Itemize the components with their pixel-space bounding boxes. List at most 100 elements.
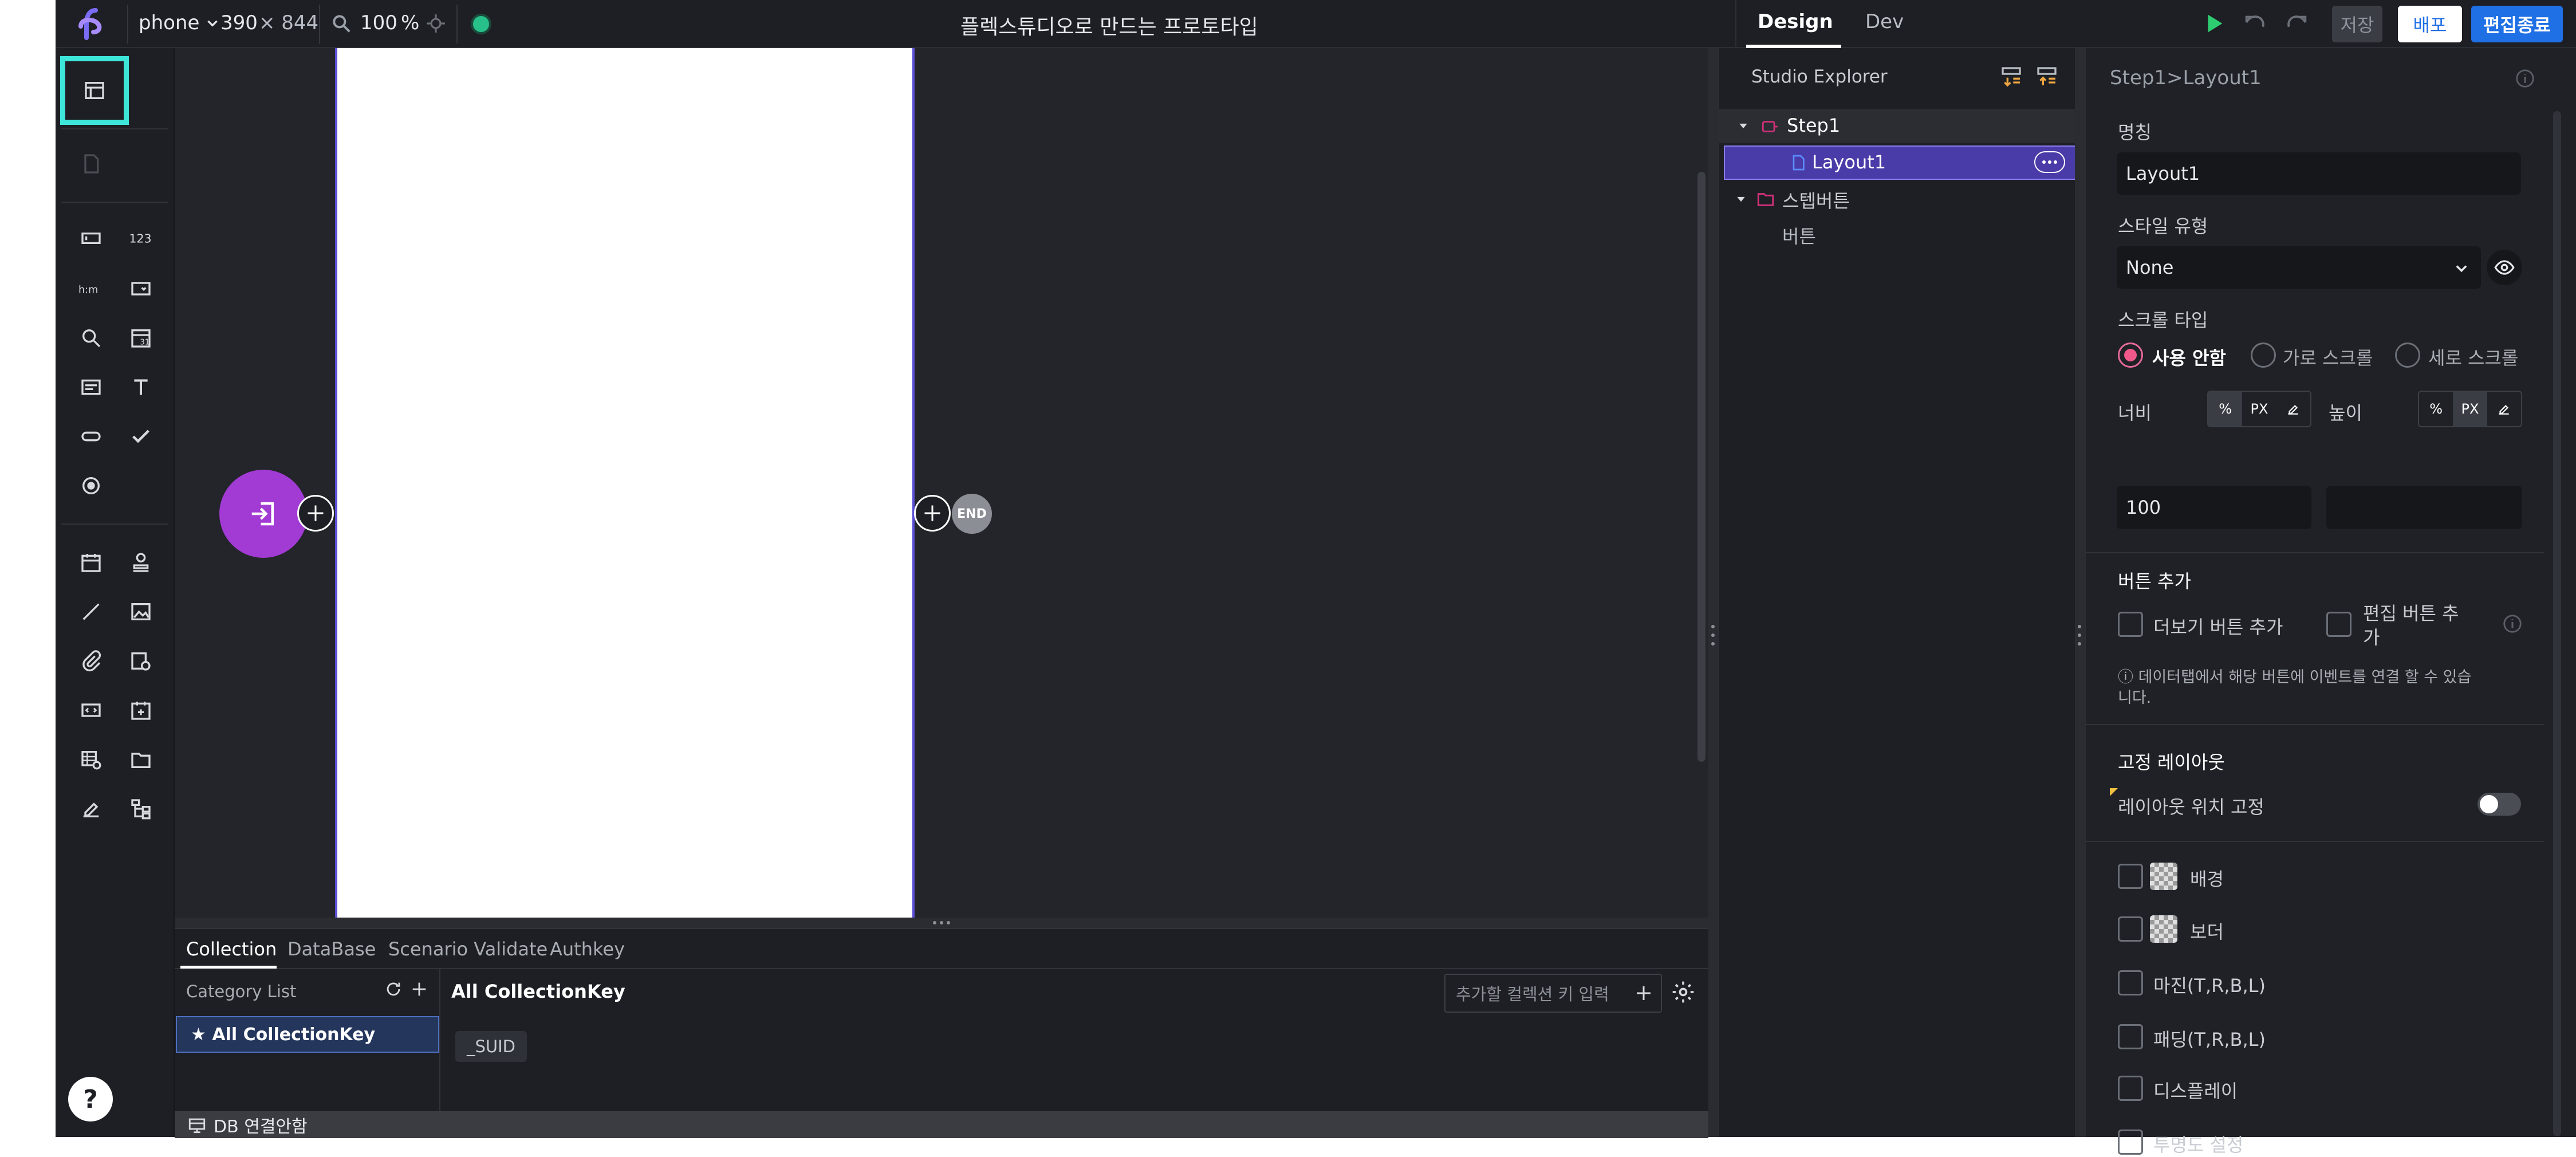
height-input[interactable] (2326, 486, 2522, 529)
explorer-resize-handle[interactable] (1708, 48, 1718, 1137)
time-input-icon[interactable]: h:m (73, 270, 109, 307)
opacity-checkbox[interactable] (2118, 1130, 2143, 1155)
category-item-all[interactable]: ★ All CollectionKey (176, 1016, 439, 1053)
deploy-button[interactable]: 배포 (2398, 6, 2462, 42)
code-icon[interactable] (73, 692, 109, 729)
redo-icon[interactable] (2283, 10, 2310, 37)
search-icon[interactable] (73, 320, 109, 356)
display-label[interactable]: 디스플레이 (2153, 1077, 2238, 1103)
edit-button-label-line2[interactable]: 가 (2363, 623, 2380, 650)
number-input-icon[interactable]: 123 (123, 220, 159, 257)
border-label[interactable]: 보더 (2190, 918, 2224, 944)
tab-scenario-validate[interactable]: Scenario Validate (388, 938, 548, 960)
height-unit-px[interactable]: PX (2453, 392, 2487, 426)
scroll-vertical-label[interactable]: 세로 스크롤 (2428, 344, 2518, 370)
scroll-horizontal-radio[interactable] (2251, 343, 2276, 368)
margin-label[interactable]: 마진(T,R,B,L) (2153, 971, 2266, 998)
padding-label[interactable]: 패딩(T,R,B,L) (2153, 1025, 2266, 1052)
opacity-label[interactable]: 투명도 설정 (2153, 1131, 2243, 1157)
attachment-icon[interactable] (73, 643, 109, 679)
width-unit-px[interactable]: PX (2242, 392, 2276, 426)
tree-label-button[interactable]: 버튼 (1782, 222, 1816, 249)
calendar-icon[interactable] (73, 544, 109, 581)
height-unit-percent[interactable]: % (2419, 392, 2453, 426)
text-input-icon[interactable] (73, 220, 109, 257)
phone-stage[interactable] (335, 48, 915, 918)
play-icon[interactable] (2200, 10, 2227, 37)
tab-authkey[interactable]: Authkey (550, 938, 625, 960)
collapse-layers-icon[interactable] (2035, 65, 2058, 88)
props-resize-handle[interactable] (2075, 48, 2085, 1137)
caret-down-icon[interactable] (1738, 120, 1749, 132)
more-button-label[interactable]: 더보기 버튼 추가 (2153, 613, 2283, 639)
props-scrollbar[interactable] (2553, 111, 2561, 1136)
edit-button-checkbox[interactable] (2326, 612, 2352, 637)
collection-key-input[interactable]: 추가할 컬렉션 키 입력 (1444, 974, 1662, 1013)
tree-item-layout1[interactable] (1724, 145, 2076, 180)
event-calendar-icon[interactable] (123, 692, 159, 729)
image-icon[interactable] (123, 593, 159, 630)
width-input[interactable]: 100 (2117, 486, 2311, 529)
preview-eye-icon[interactable] (2487, 250, 2522, 285)
textarea-icon[interactable] (73, 369, 109, 406)
style-type-select[interactable]: None (2117, 246, 2481, 289)
caret-down-icon[interactable] (1735, 194, 1747, 205)
signature-icon[interactable] (73, 790, 109, 827)
add-step-after-icon[interactable] (914, 495, 951, 532)
sort-layers-icon[interactable] (2000, 65, 2023, 88)
margin-checkbox[interactable] (2118, 970, 2143, 995)
refresh-icon[interactable] (384, 979, 403, 999)
more-options-icon[interactable] (2034, 151, 2065, 173)
width-custom-edit-icon[interactable] (2276, 392, 2310, 426)
tab-database[interactable]: DataBase (287, 938, 376, 960)
start-node[interactable] (219, 470, 308, 558)
scroll-horizontal-label[interactable]: 가로 스크롤 (2283, 344, 2373, 370)
line-icon[interactable] (73, 593, 109, 630)
date-picker-icon[interactable]: 31 (123, 320, 159, 356)
tab-collection[interactable]: Collection (186, 938, 277, 960)
edit-button-info-icon[interactable] (2502, 613, 2523, 635)
info-icon[interactable] (2514, 68, 2536, 89)
tree-label-step-button[interactable]: 스텝버튼 (1782, 187, 1850, 213)
background-label[interactable]: 배경 (2190, 865, 2224, 891)
padding-checkbox[interactable] (2118, 1024, 2143, 1049)
device-select[interactable]: phone (139, 11, 220, 34)
layout-tool-highlight[interactable] (60, 56, 129, 125)
edit-button-label-line1[interactable]: 편집 버튼 추 (2363, 599, 2459, 625)
folder-icon[interactable] (123, 741, 159, 778)
page-icon[interactable] (73, 145, 109, 182)
grid-table-icon[interactable] (73, 741, 109, 778)
tab-design[interactable]: Design (1758, 10, 1833, 33)
zoom-value[interactable]: 100 (360, 11, 397, 34)
app-logo-icon[interactable] (73, 6, 109, 42)
radio-icon[interactable] (73, 467, 109, 504)
plus-icon[interactable] (1633, 983, 1654, 1003)
scroll-vertical-radio[interactable] (2395, 343, 2420, 368)
settings-gear-icon[interactable] (1671, 979, 1696, 1005)
select-box-icon[interactable] (123, 270, 159, 307)
device-width[interactable]: 390 (220, 11, 258, 34)
button-icon[interactable] (73, 418, 109, 455)
save-button[interactable]: 저장 (2332, 6, 2382, 42)
help-button[interactable]: ? (68, 1077, 113, 1121)
add-category-icon[interactable] (409, 979, 429, 999)
checkbox-icon[interactable] (123, 418, 159, 455)
schedule-icon[interactable] (123, 643, 159, 679)
end-node[interactable]: END (952, 494, 992, 534)
fix-position-toggle[interactable] (2477, 793, 2521, 816)
more-button-checkbox[interactable] (2118, 612, 2143, 637)
tree-icon[interactable] (123, 790, 159, 827)
tab-dev[interactable]: Dev (1865, 10, 1904, 33)
fit-screen-icon[interactable] (425, 13, 447, 34)
panel-resize-handle[interactable] (175, 918, 1708, 928)
border-checkbox[interactable] (2118, 916, 2143, 942)
height-custom-edit-icon[interactable] (2487, 392, 2521, 426)
collection-key-chip[interactable]: _SUID (455, 1031, 527, 1062)
scroll-none-label[interactable]: 사용 안함 (2152, 344, 2226, 370)
stamp-icon[interactable] (123, 544, 159, 581)
scroll-none-radio[interactable] (2118, 343, 2143, 368)
name-input[interactable]: Layout1 (2117, 152, 2521, 195)
text-icon[interactable] (123, 369, 159, 406)
display-checkbox[interactable] (2118, 1076, 2143, 1101)
canvas-scrollbar[interactable] (1697, 172, 1705, 762)
